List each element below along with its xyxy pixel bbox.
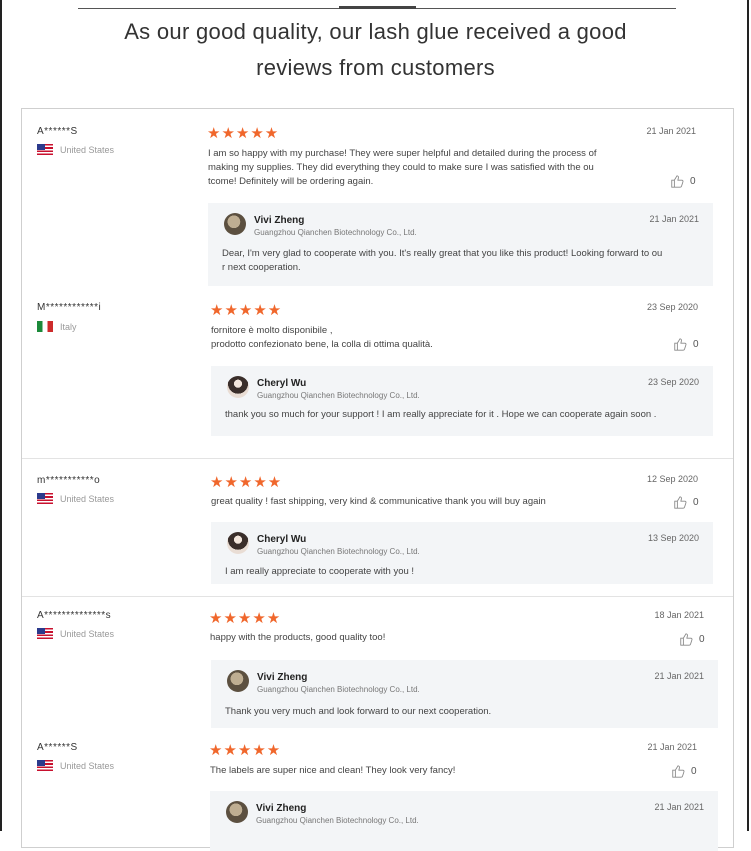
us-flag-icon — [37, 493, 53, 504]
star-rating: ★★★★★ — [210, 302, 283, 319]
review-text: great quality ! fast shipping, very kind… — [211, 495, 631, 509]
reply-date: 21 Jan 2021 — [654, 671, 704, 681]
review-date: 12 Sep 2020 — [646, 474, 698, 484]
reviewer-name: A******S — [37, 742, 78, 753]
like-button[interactable]: 0 — [670, 174, 696, 188]
seller-reply: Vivi Zheng Guangzhou Qianchen Biotechnol… — [210, 791, 718, 851]
reply-company: Guangzhou Qianchen Biotechnology Co., Lt… — [257, 547, 420, 556]
reply-author: Cheryl Wu — [257, 378, 307, 389]
reply-text-line: r next cooperation. — [222, 262, 301, 273]
reply-company: Guangzhou Qianchen Biotechnology Co., Lt… — [257, 685, 420, 694]
seller-reply: Cheryl Wu Guangzhou Qianchen Biotechnolo… — [211, 522, 713, 584]
section-title-line-1: As our good quality, our lash glue recei… — [124, 19, 627, 44]
avatar — [227, 532, 249, 554]
reply-text: Thank you very much and look forward to … — [225, 705, 491, 719]
reply-author: Vivi Zheng — [256, 803, 307, 814]
star-rating: ★★★★★ — [209, 742, 282, 759]
reply-date: 13 Sep 2020 — [647, 533, 699, 543]
star-rating: ★★★★★ — [210, 474, 283, 491]
seller-reply: Vivi Zheng Guangzhou Qianchen Biotechnol… — [208, 203, 713, 286]
italy-flag-icon — [37, 321, 53, 332]
review-text: fornitore è molto disponibile , prodotto… — [211, 324, 631, 352]
thumbs-up-icon — [672, 765, 685, 778]
review-text-line: making my supplies. They did everything … — [208, 162, 594, 173]
like-count: 0 — [691, 765, 697, 777]
review-divider — [22, 458, 733, 459]
thumbs-up-icon — [674, 338, 687, 351]
avatar — [224, 213, 246, 235]
country-label: United States — [60, 760, 115, 771]
reviewer-country: United States — [37, 493, 114, 504]
review-divider — [22, 596, 733, 597]
review-text-line: I am so happy with my purchase! They wer… — [208, 148, 597, 159]
us-flag-icon — [37, 760, 53, 771]
review-text-line: happy with the products, good quality to… — [210, 632, 386, 643]
reply-author: Vivi Zheng — [254, 215, 305, 226]
reply-company: Guangzhou Qianchen Biotechnology Co., Lt… — [257, 391, 420, 400]
reply-author: Cheryl Wu — [257, 534, 307, 545]
reply-text: I am really appreciate to cooperate with… — [225, 565, 414, 579]
reply-text: Dear, I'm very glad to cooperate with yo… — [222, 247, 662, 275]
country-label: United States — [60, 144, 115, 155]
reviewer-name: m***********o — [37, 475, 101, 486]
reviewer-name: A**************s — [37, 610, 112, 621]
star-rating: ★★★★★ — [207, 125, 280, 142]
avatar — [227, 376, 249, 398]
review-text-line: tcome! Definitely will be ordering again… — [208, 176, 374, 187]
reply-date: 21 Jan 2021 — [654, 802, 704, 812]
reviewer-country: United States — [37, 628, 114, 639]
avatar — [226, 801, 248, 823]
like-button[interactable]: 0 — [679, 632, 705, 646]
review-text-line: great quality ! fast shipping, very kind… — [211, 496, 546, 507]
reply-date: 23 Sep 2020 — [647, 377, 699, 387]
section-title: As our good quality, our lash glue recei… — [0, 14, 751, 86]
reviewer-country: Italy — [37, 321, 77, 332]
like-button[interactable]: 0 — [671, 764, 697, 778]
reply-text-line: Dear, I'm very glad to cooperate with yo… — [222, 248, 663, 259]
like-count: 0 — [693, 496, 699, 508]
like-button[interactable]: 0 — [673, 495, 699, 509]
like-button[interactable]: 0 — [673, 337, 699, 351]
review-text: happy with the products, good quality to… — [210, 631, 630, 645]
top-divider-accent — [339, 6, 416, 9]
seller-reply: Cheryl Wu Guangzhou Qianchen Biotechnolo… — [211, 366, 713, 436]
seller-reply: Vivi Zheng Guangzhou Qianchen Biotechnol… — [211, 660, 718, 728]
review-text-line: fornitore è molto disponibile , — [211, 325, 333, 336]
reply-date: 21 Jan 2021 — [649, 214, 699, 224]
reply-text-line: I am really appreciate to cooperate with… — [225, 566, 415, 577]
reply-company: Guangzhou Qianchen Biotechnology Co., Lt… — [254, 228, 417, 237]
country-label: Italy — [60, 321, 77, 332]
review-text-line: prodotto confezionato bene, la colla di … — [211, 339, 433, 350]
section-title-line-2: reviews from customers — [256, 55, 495, 80]
reviewer-name: A******S — [37, 126, 78, 137]
like-count: 0 — [699, 633, 705, 645]
us-flag-icon — [37, 628, 53, 639]
review-date: 21 Jan 2021 — [646, 126, 696, 136]
review-text: I am so happy with my purchase! They wer… — [208, 147, 628, 189]
review-date: 18 Jan 2021 — [654, 610, 704, 620]
reply-author: Vivi Zheng — [257, 672, 308, 683]
reply-text-line: thank you so much for your support ! I a… — [225, 409, 657, 420]
reviewer-country: United States — [37, 144, 114, 155]
reviews-list: A******S United States ★★★★★ 21 Jan 2021… — [21, 108, 734, 851]
thumbs-up-icon — [674, 496, 687, 509]
reply-company: Guangzhou Qianchen Biotechnology Co., Lt… — [256, 816, 419, 825]
reviewer-name: M************i — [37, 302, 102, 313]
review-date: 21 Jan 2021 — [647, 742, 697, 752]
reply-text-line: Thank you very much and look forward to … — [225, 706, 492, 717]
country-label: United States — [60, 628, 115, 639]
star-rating: ★★★★★ — [209, 610, 282, 627]
reply-text: thank you so much for your support ! I a… — [225, 408, 656, 422]
reviewer-country: United States — [37, 760, 114, 771]
us-flag-icon — [37, 144, 53, 155]
like-count: 0 — [693, 338, 699, 350]
review-text: The labels are super nice and clean! The… — [210, 764, 630, 778]
thumbs-up-icon — [680, 633, 693, 646]
like-count: 0 — [690, 175, 696, 187]
review-text-line: The labels are super nice and clean! The… — [210, 765, 456, 776]
thumbs-up-icon — [671, 175, 684, 188]
country-label: United States — [60, 493, 115, 504]
avatar — [227, 670, 249, 692]
review-date: 23 Sep 2020 — [646, 302, 698, 312]
